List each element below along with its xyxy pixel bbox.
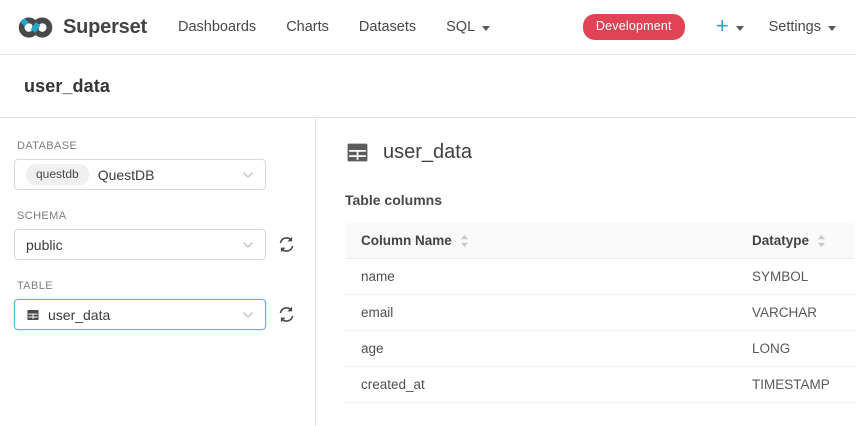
schema-select-value: public: [26, 237, 63, 253]
nav-label: Dashboards: [178, 19, 256, 35]
table-row: age LONG: [345, 331, 855, 367]
settings-menu[interactable]: Settings: [769, 19, 836, 35]
cell-datatype: SYMBOL: [752, 269, 855, 284]
table-row: created_at TIMESTAMP: [345, 367, 855, 403]
chevron-down-icon: [242, 311, 254, 319]
table-row: email VARCHAR: [345, 295, 855, 331]
table-explorer-panel: DATABASE questdb QuestDB SCHEMA public: [0, 118, 316, 426]
table-icon: [345, 140, 370, 165]
cell-column-name: name: [345, 269, 752, 284]
table-row: name SYMBOL: [345, 259, 855, 295]
dataset-title: user_data: [383, 141, 472, 164]
nav-item-sql-menu[interactable]: SQL: [446, 19, 490, 35]
schema-field-group: SCHEMA public: [14, 210, 301, 260]
superset-app: Superset Dashboards Charts Datasets SQL …: [0, 0, 856, 426]
navbar-right: Development + Settings: [583, 14, 840, 40]
nav-item-dashboards[interactable]: Dashboards: [178, 19, 256, 35]
cell-datatype: LONG: [752, 341, 855, 356]
columns-table: Column Name Datatype: [345, 223, 855, 403]
nav-label: Charts: [286, 19, 329, 35]
cell-datatype: TIMESTAMP: [752, 377, 855, 392]
dataset-header: user_data: [345, 140, 856, 165]
refresh-schemas-button[interactable]: [277, 235, 296, 254]
database-select-value: QuestDB: [98, 167, 155, 183]
columns-table-header: Column Name Datatype: [345, 223, 855, 259]
schema-label: SCHEMA: [17, 210, 301, 222]
table-body: name SYMBOL email VARCHAR age LONG creat…: [345, 259, 855, 403]
cell-column-name: email: [345, 305, 752, 320]
navbar: Superset Dashboards Charts Datasets SQL …: [0, 0, 856, 55]
table-field-group: TABLE user_data: [14, 280, 301, 330]
database-field-group: DATABASE questdb QuestDB: [14, 140, 301, 190]
caret-down-icon: [482, 26, 490, 31]
table-select-value: user_data: [48, 307, 110, 323]
schema-select[interactable]: public: [14, 229, 266, 260]
nav-item-datasets[interactable]: Datasets: [359, 19, 416, 35]
table-icon: [26, 308, 40, 322]
page-title-bar: user_data: [0, 55, 856, 118]
nav-label: SQL: [446, 19, 475, 35]
table-label: TABLE: [17, 280, 301, 292]
brand-name: Superset: [63, 16, 147, 39]
table-columns-heading: Table columns: [345, 192, 856, 208]
main-nav: Dashboards Charts Datasets SQL: [163, 19, 490, 35]
page-title: user_data: [24, 76, 110, 97]
content: DATABASE questdb QuestDB SCHEMA public: [0, 118, 856, 426]
cell-column-name: created_at: [345, 377, 752, 392]
datatype-header[interactable]: Datatype: [752, 233, 855, 248]
chevron-down-icon: [242, 241, 254, 249]
sort-icon[interactable]: [817, 234, 826, 248]
database-label: DATABASE: [17, 140, 301, 152]
nav-label: Datasets: [359, 19, 416, 35]
new-item-menu[interactable]: +: [716, 17, 744, 37]
refresh-tables-button[interactable]: [277, 305, 296, 324]
caret-down-icon: [828, 26, 836, 31]
nav-item-charts[interactable]: Charts: [286, 19, 329, 35]
column-name-header[interactable]: Column Name: [345, 233, 752, 248]
settings-label: Settings: [769, 19, 821, 35]
plus-icon: +: [716, 15, 729, 37]
cell-column-name: age: [345, 341, 752, 356]
cell-datatype: VARCHAR: [752, 305, 855, 320]
sort-icon[interactable]: [460, 234, 469, 248]
caret-down-icon: [736, 26, 744, 31]
header-label: Column Name: [361, 233, 452, 248]
superset-logo[interactable]: Superset: [18, 16, 147, 39]
chevron-down-icon: [242, 171, 254, 179]
environment-badge: Development: [583, 14, 685, 40]
header-label: Datatype: [752, 233, 809, 248]
superset-infinity-icon: [18, 16, 55, 39]
database-select[interactable]: questdb QuestDB: [14, 159, 266, 190]
table-select[interactable]: user_data: [14, 299, 266, 330]
database-engine-pill: questdb: [26, 164, 89, 184]
dataset-detail-panel: user_data Table columns Column Name: [316, 118, 856, 426]
